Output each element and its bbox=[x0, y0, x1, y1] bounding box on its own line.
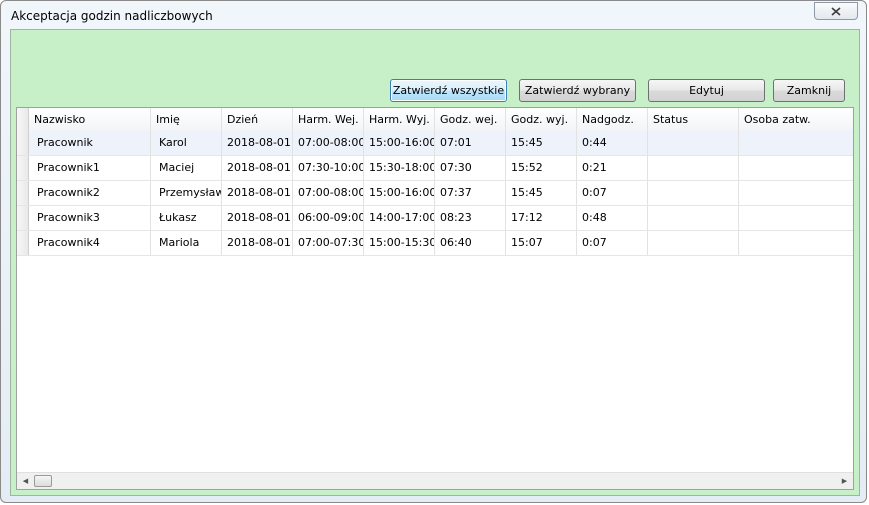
header-col-sched-out[interactable]: Harm. Wyj. bbox=[364, 108, 435, 131]
cell-col-day[interactable]: 2018-08-01 bbox=[222, 206, 293, 230]
header-col-approver[interactable]: Osoba zatw. bbox=[739, 108, 853, 131]
cell-col-sched-out[interactable]: 14:00-17:00 bbox=[364, 206, 435, 230]
cell-col-approver[interactable] bbox=[739, 231, 853, 255]
cell-col-surname[interactable]: Pracownik2 bbox=[29, 181, 151, 205]
cell-col-day[interactable]: 2018-08-01 bbox=[222, 156, 293, 180]
cell-col-first-name[interactable]: Przemysław bbox=[151, 181, 222, 205]
scroll-thumb[interactable] bbox=[34, 475, 52, 487]
edit-button[interactable]: Edytuj bbox=[648, 79, 765, 102]
row-header-corner bbox=[17, 108, 29, 131]
table-header: Nazwisko Imię Dzień Harm. Wej. Harm. Wyj. God… bbox=[17, 108, 853, 132]
title-bar[interactable]: Akceptacja godzin nadliczbowych bbox=[1, 1, 866, 31]
cell-col-time-out[interactable]: 15:07 bbox=[506, 231, 577, 255]
cell-col-surname[interactable]: Pracownik bbox=[29, 131, 151, 155]
row-header[interactable] bbox=[17, 206, 29, 230]
cell-col-first-name[interactable]: Maciej bbox=[151, 156, 222, 180]
cell-col-sched-in[interactable]: 07:00-08:00 bbox=[293, 181, 364, 205]
header-col-sched-in[interactable]: Harm. Wej. bbox=[293, 108, 364, 131]
cell-col-time-in[interactable]: 07:01 bbox=[435, 131, 506, 155]
cell-col-overtime[interactable]: 0:44 bbox=[577, 131, 648, 155]
header-col-day[interactable]: Dzień bbox=[222, 108, 293, 131]
cell-col-time-in[interactable]: 07:30 bbox=[435, 156, 506, 180]
cell-col-sched-out[interactable]: 15:30-18:00 bbox=[364, 156, 435, 180]
table-row[interactable]: Pracownik4 Mariola 2018-08-01 07:00-07:30 15… bbox=[17, 231, 853, 256]
cell-col-status[interactable] bbox=[648, 131, 739, 155]
cell-col-status[interactable] bbox=[648, 231, 739, 255]
arrow-left-icon[interactable]: ◀ bbox=[17, 473, 34, 489]
cell-col-time-in[interactable]: 08:23 bbox=[435, 206, 506, 230]
cell-col-status[interactable] bbox=[648, 206, 739, 230]
cell-col-time-out[interactable]: 15:52 bbox=[506, 156, 577, 180]
content-panel: Zatwierdź wszystkie Zatwierdź wybrany Ed… bbox=[10, 29, 860, 496]
cell-col-sched-in[interactable]: 06:00-09:00 bbox=[293, 206, 364, 230]
overtime-table[interactable]: Nazwisko Imię Dzień Harm. Wej. Harm. Wyj. God… bbox=[16, 107, 854, 490]
dialog-window: Akceptacja godzin nadliczbowych Zatwierd… bbox=[0, 0, 867, 503]
arrow-right-icon[interactable]: ▶ bbox=[836, 473, 853, 489]
window-title: Akceptacja godzin nadliczbowych bbox=[11, 9, 213, 23]
cell-col-time-in[interactable]: 06:40 bbox=[435, 231, 506, 255]
header-col-overtime[interactable]: Nadgodz. bbox=[577, 108, 648, 131]
cell-col-sched-in[interactable]: 07:30-10:00 bbox=[293, 156, 364, 180]
cell-col-approver[interactable] bbox=[739, 156, 853, 180]
cell-col-overtime[interactable]: 0:21 bbox=[577, 156, 648, 180]
cell-col-day[interactable]: 2018-08-01 bbox=[222, 231, 293, 255]
cell-col-approver[interactable] bbox=[739, 131, 853, 155]
window-close-button[interactable] bbox=[814, 2, 858, 20]
cell-col-time-out[interactable]: 15:45 bbox=[506, 181, 577, 205]
cell-col-overtime[interactable]: 0:48 bbox=[577, 206, 648, 230]
header-col-time-out[interactable]: Godz. wyj. bbox=[506, 108, 577, 131]
header-col-time-in[interactable]: Godz. wej. bbox=[435, 108, 506, 131]
cell-col-surname[interactable]: Pracownik1 bbox=[29, 156, 151, 180]
approve-selected-button[interactable]: Zatwierdź wybrany bbox=[519, 79, 636, 102]
cell-col-first-name[interactable]: Mariola bbox=[151, 231, 222, 255]
row-header[interactable] bbox=[17, 131, 29, 155]
cell-col-sched-out[interactable]: 15:00-16:00 bbox=[364, 131, 435, 155]
cell-col-sched-out[interactable]: 15:00-15:30 bbox=[364, 231, 435, 255]
cell-col-approver[interactable] bbox=[739, 206, 853, 230]
cell-col-status[interactable] bbox=[648, 181, 739, 205]
cell-col-overtime[interactable]: 0:07 bbox=[577, 231, 648, 255]
approve-all-button[interactable]: Zatwierdź wszystkie bbox=[390, 79, 507, 102]
table-row[interactable]: Pracownik Karol 2018-08-01 07:00-08:00 15:00… bbox=[17, 131, 853, 156]
cell-col-time-in[interactable]: 07:37 bbox=[435, 181, 506, 205]
header-col-first-name[interactable]: Imię bbox=[151, 108, 222, 131]
cell-col-approver[interactable] bbox=[739, 181, 853, 205]
cell-col-surname[interactable]: Pracownik4 bbox=[29, 231, 151, 255]
table-row[interactable]: Pracownik1 Maciej 2018-08-01 07:30-10:00 15:… bbox=[17, 156, 853, 181]
row-header[interactable] bbox=[17, 156, 29, 180]
close-icon bbox=[831, 6, 841, 16]
cell-col-first-name[interactable]: Karol bbox=[151, 131, 222, 155]
cell-col-sched-in[interactable]: 07:00-07:30 bbox=[293, 231, 364, 255]
cell-col-day[interactable]: 2018-08-01 bbox=[222, 181, 293, 205]
table-row[interactable]: Pracownik3 Łukasz 2018-08-01 06:00-09:00 14:… bbox=[17, 206, 853, 231]
horizontal-scrollbar[interactable]: ◀ ▶ bbox=[17, 472, 853, 489]
cell-col-time-out[interactable]: 15:45 bbox=[506, 131, 577, 155]
row-header[interactable] bbox=[17, 231, 29, 255]
row-header[interactable] bbox=[17, 181, 29, 205]
cell-col-day[interactable]: 2018-08-01 bbox=[222, 131, 293, 155]
cell-col-time-out[interactable]: 17:12 bbox=[506, 206, 577, 230]
cell-col-status[interactable] bbox=[648, 156, 739, 180]
header-col-status[interactable]: Status bbox=[648, 108, 739, 131]
cell-col-sched-in[interactable]: 07:00-08:00 bbox=[293, 131, 364, 155]
close-button[interactable]: Zamknij bbox=[773, 79, 845, 102]
cell-col-surname[interactable]: Pracownik3 bbox=[29, 206, 151, 230]
header-col-surname[interactable]: Nazwisko bbox=[29, 108, 151, 131]
table-row[interactable]: Pracownik2 Przemysław 2018-08-01 07:00-08:0… bbox=[17, 181, 853, 206]
cell-col-sched-out[interactable]: 15:00-16:00 bbox=[364, 181, 435, 205]
cell-col-first-name[interactable]: Łukasz bbox=[151, 206, 222, 230]
cell-col-overtime[interactable]: 0:07 bbox=[577, 181, 648, 205]
